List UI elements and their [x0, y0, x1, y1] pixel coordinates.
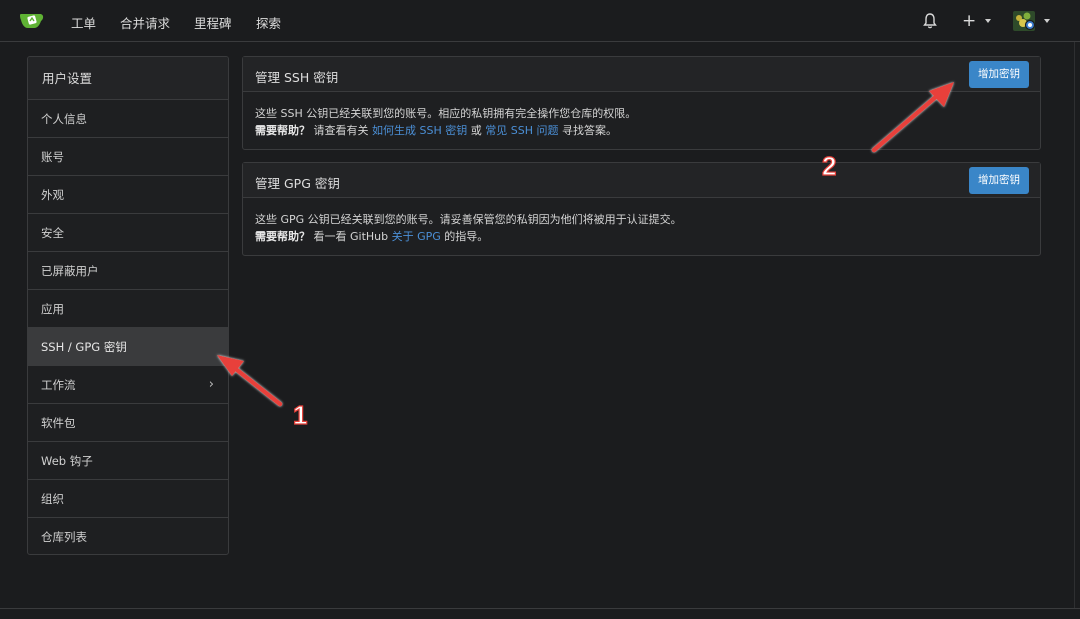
gpg-about-link[interactable]: 关于 GPG [392, 230, 441, 243]
sidebar-item-label: 仓库列表 [41, 530, 87, 544]
ssh-help-post: 寻找答案。 [558, 124, 617, 137]
sidebar-item-label: 应用 [41, 302, 64, 316]
sidebar-item-label: 外观 [41, 188, 64, 202]
gpg-keys-panel: 管理 GPG 密钥 增加密钥 这些 GPG 公钥已经关联到您的账号。请妥善保管您… [242, 162, 1041, 256]
sidebar-item[interactable]: Web 钩子 [28, 442, 228, 480]
sidebar-item[interactable]: 安全 [28, 214, 228, 252]
gpg-panel-title: 管理 GPG 密钥 [255, 176, 340, 191]
sidebar-item-label: SSH / GPG 密钥 [41, 340, 127, 354]
add-gpg-key-button[interactable]: 增加密钥 [969, 167, 1029, 194]
ssh-help-line: 需要帮助？ 请查看有关 如何生成 SSH 密钥 或 常见 SSH 问题 寻找答案… [255, 122, 1028, 139]
sidebar-item[interactable]: 个人信息 [28, 100, 228, 138]
top-navbar: 工单 合并请求 里程碑 探索 + [0, 0, 1080, 42]
ssh-help-label: 需要帮助？ [255, 124, 310, 137]
ssh-keys-panel: 管理 SSH 密钥 增加密钥 这些 SSH 公钥已经关联到您的账号。相应的私钥拥… [242, 56, 1041, 150]
avatar-icon[interactable] [1013, 11, 1037, 33]
sidebar-item[interactable]: 仓库列表 [28, 518, 228, 554]
caret-down-icon[interactable] [985, 19, 991, 23]
ssh-description: 这些 SSH 公钥已经关联到您的账号。相应的私钥拥有完全操作您仓库的权限。 [255, 107, 637, 120]
ssh-panel-header: 管理 SSH 密钥 增加密钥 [243, 57, 1040, 92]
ssh-help-mid: 或 [467, 124, 486, 137]
sidebar-item[interactable]: 外观 [28, 176, 228, 214]
sidebar-item[interactable]: 已屏蔽用户 [28, 252, 228, 290]
sidebar-item[interactable]: SSH / GPG 密钥 [28, 328, 228, 366]
gpg-help-line: 需要帮助？ 看一看 GitHub 关于 GPG 的指导。 [255, 228, 1028, 245]
gpg-panel-body: 这些 GPG 公钥已经关联到您的账号。请妥善保管您的私钥因为他们将被用于认证提交… [243, 198, 1040, 245]
gitea-logo-icon[interactable] [19, 10, 45, 32]
sidebar-item-label: 账号 [41, 150, 64, 164]
ssh-panel-title: 管理 SSH 密钥 [255, 70, 339, 85]
sidebar-item-label: 组织 [41, 492, 64, 506]
nav-explore[interactable]: 探索 [256, 13, 281, 32]
sidebar-item[interactable]: 组织 [28, 480, 228, 518]
settings-sidebar: 用户设置 个人信息账号外观安全已屏蔽用户应用 SSH / GPG 密钥 工作流 › 软件… [27, 56, 229, 555]
nav-milestones[interactable]: 里程碑 [194, 13, 232, 32]
ssh-faq-link[interactable]: 常见 SSH 问题 [485, 124, 558, 137]
annotation-label-1: 1 [293, 400, 307, 430]
add-ssh-key-button[interactable]: 增加密钥 [969, 61, 1029, 88]
nav-issues[interactable]: 工单 [71, 13, 96, 32]
scrollbar-track[interactable] [1074, 42, 1075, 608]
nav-pull-requests[interactable]: 合并请求 [120, 13, 170, 32]
sidebar-item[interactable]: 账号 [28, 138, 228, 176]
chevron-right-icon: › [208, 377, 214, 392]
sidebar-item-label: 软件包 [41, 416, 76, 430]
gpg-description: 这些 GPG 公钥已经关联到您的账号。请妥善保管您的私钥因为他们将被用于认证提交… [255, 213, 682, 226]
footer-bar [0, 608, 1080, 619]
gpg-panel-header: 管理 GPG 密钥 增加密钥 [243, 163, 1040, 198]
sidebar-item[interactable]: 软件包 [28, 404, 228, 442]
plus-icon[interactable]: + [962, 11, 976, 31]
sidebar-item-label: 工作流 [41, 378, 76, 392]
sidebar-item-label: 已屏蔽用户 [41, 264, 99, 278]
sidebar-item[interactable]: 工作流 › [28, 366, 228, 404]
gpg-help-pre: 看一看 GitHub [310, 230, 392, 243]
ssh-help-pre: 请查看有关 [310, 124, 372, 137]
ssh-panel-body: 这些 SSH 公钥已经关联到您的账号。相应的私钥拥有完全操作您仓库的权限。 需要… [243, 92, 1040, 139]
sidebar-item-label: Web 钩子 [41, 454, 93, 468]
bell-icon[interactable] [922, 12, 938, 30]
sidebar-item-label: 安全 [41, 226, 64, 240]
ssh-generate-link[interactable]: 如何生成 SSH 密钥 [372, 124, 467, 137]
caret-down-icon[interactable] [1044, 19, 1050, 23]
gpg-help-label: 需要帮助？ [255, 230, 310, 243]
sidebar-title: 用户设置 [28, 57, 228, 100]
sidebar-item-label: 个人信息 [41, 112, 87, 126]
gpg-help-post: 的指导。 [440, 230, 489, 243]
sidebar-item[interactable]: 应用 [28, 290, 228, 328]
